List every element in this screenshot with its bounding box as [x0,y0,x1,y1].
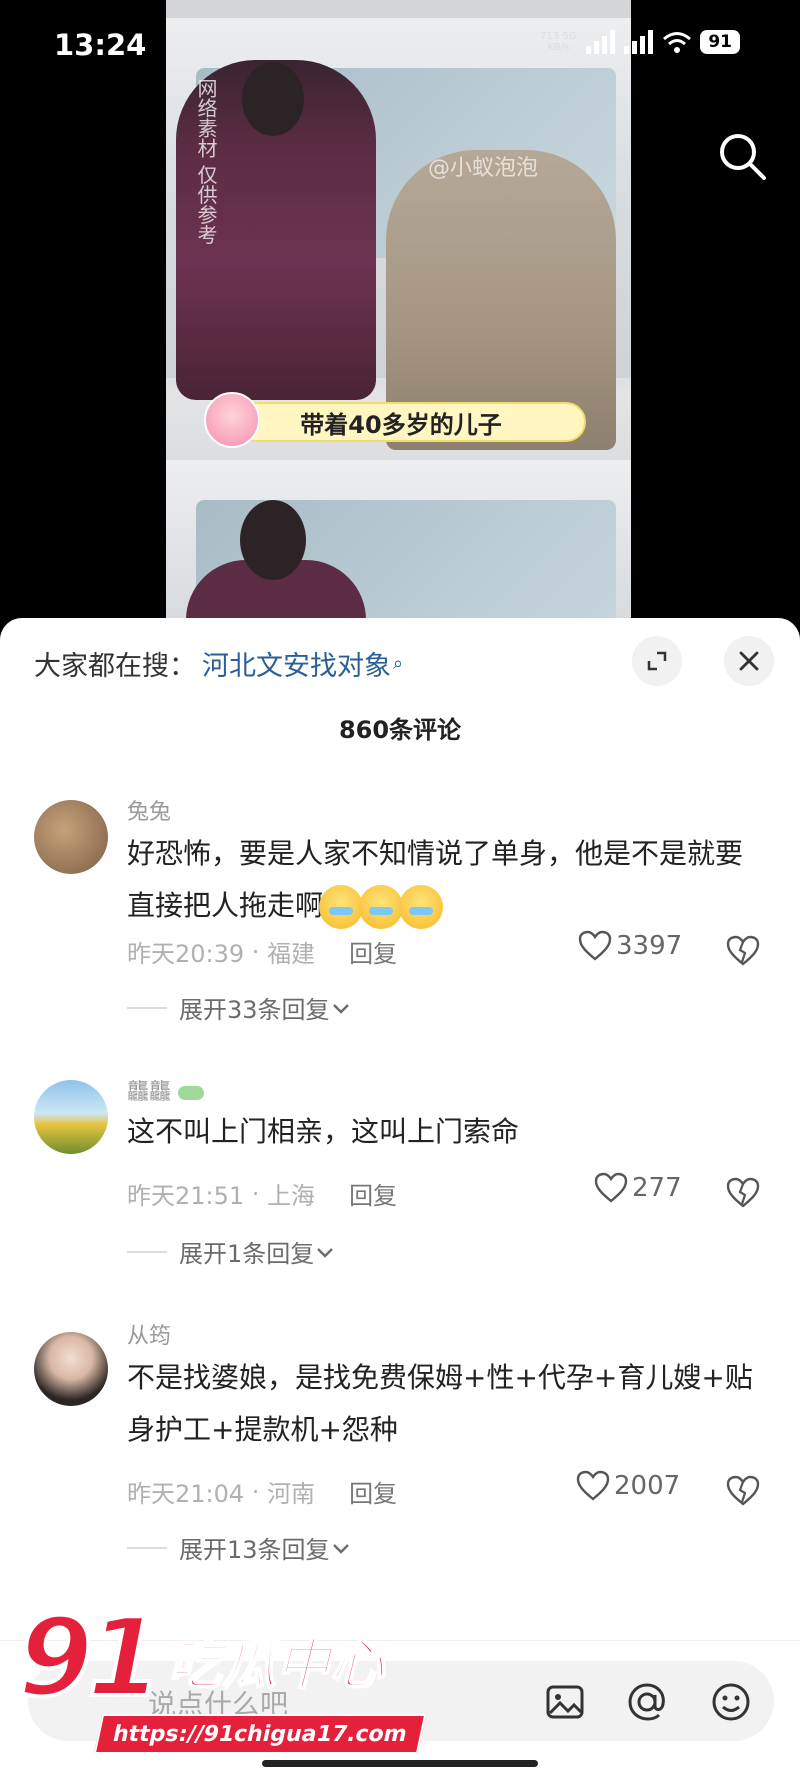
heart-icon [594,1172,628,1203]
video-vertical-watermark: 网络素材 仅供参考 [194,78,218,245]
search-suggestion[interactable]: 大家都在搜： 河北文安找对象 ⌕ [34,644,403,683]
chevron-down-icon [332,1003,349,1014]
comment-text: 这不叫上门相亲，这叫上门索命 [127,1115,520,1148]
like-count: 277 [632,1173,682,1203]
comment-meta: 昨天21:51 · 上海 回复 [127,1176,397,1211]
meta-separator: · [244,1477,268,1506]
net-speed-value: 713 [540,31,560,42]
expand-replies[interactable]: 展开13条回复 [127,1530,352,1565]
video-caption: 带着40多岁的儿子 [204,392,586,448]
avatar[interactable] [34,800,108,874]
comment-username-text: 龘龘 [127,1080,172,1105]
emoji-icon[interactable] [710,1681,752,1723]
battery-indicator: 91 [700,30,740,54]
logo-number: 91 [16,1594,164,1723]
meta-separator: · [244,937,268,966]
logo-text: 吃瓜中心 [167,1632,385,1697]
expand-replies-label: 展开1条回复 [179,1240,315,1268]
video-caption-text: 带着40多岁的儿子 [300,410,502,439]
search-small-icon: ⌕ [393,653,404,674]
search-suggestion-prefix: 大家都在搜： [34,651,196,682]
avatar[interactable] [34,1080,108,1154]
wifi-icon [663,32,692,53]
comment-username[interactable]: 龘龘 [127,1074,205,1106]
comment-meta: 昨天20:39 · 福建 回复 [127,934,397,969]
dislike-icon[interactable] [725,1472,761,1508]
expand-replies-label: 展开13条回复 [179,1536,330,1564]
expand-button[interactable] [632,636,682,686]
status-bar: 13:24 713 5G KB/s 91 [0,0,800,95]
search-suggestion-term[interactable]: 河北文安找对象 [202,644,391,683]
chevron-down-icon [317,1247,334,1258]
meta-separator: · [244,1179,268,1208]
comment-text: 好恐怖，要是人家不知情说了单身，他是不是就要直接把人拖走啊 [127,828,767,932]
comment-time: 昨天20:39 [127,940,245,968]
comment-location: 河南 [267,1480,316,1508]
like-button[interactable]: 277 [594,1172,682,1204]
comment-location: 福建 [267,940,316,968]
signal-icon [586,30,616,54]
comment-username[interactable]: 从筠 [127,1318,171,1350]
expand-replies[interactable]: 展开1条回复 [127,1234,336,1269]
comment-time: 昨天21:04 [127,1480,245,1508]
like-count: 3397 [616,931,683,961]
badge-icon [178,1086,205,1100]
expand-replies[interactable]: 展开33条回复 [127,990,352,1025]
site-watermark-logo: 91 吃瓜中心 https://91chigua17.com [16,1594,427,1761]
divider [127,1546,167,1549]
status-time: 13:24 [54,28,147,62]
heart-icon [578,930,612,961]
video-person-head [240,500,306,580]
divider [127,1250,167,1253]
status-indicators: 713 5G KB/s 91 [538,30,740,54]
chevron-down-icon [332,1543,349,1554]
dislike-icon[interactable] [725,932,761,968]
crying-emoji-icon [359,885,404,929]
comment-count: 860条评论 [338,716,462,744]
divider [127,1006,167,1009]
heart-icon [576,1470,610,1501]
comment-location: 上海 [267,1182,316,1210]
like-button[interactable]: 2007 [576,1470,680,1502]
logo-url: https://91chigua17.com [93,1714,427,1754]
comment-username[interactable]: 兔兔 [127,794,171,826]
reply-button[interactable]: 回复 [349,1474,397,1509]
signal-icon [624,30,654,54]
image-icon[interactable] [544,1681,586,1723]
dislike-icon[interactable] [725,1174,761,1210]
video-handle-watermark: @小蚁泡泡 [428,156,539,181]
home-indicator[interactable] [262,1760,538,1767]
reply-button[interactable]: 回复 [349,1176,397,1211]
like-count: 2007 [614,1471,681,1501]
crying-emoji-icon [319,885,364,929]
search-icon[interactable] [714,128,770,184]
network-type: 5G [562,31,577,42]
caption-sticker-icon [204,392,260,448]
expand-icon [647,651,667,671]
network-speed: 713 5G KB/s [538,31,578,53]
reply-button[interactable]: 回复 [349,934,397,969]
expand-replies-label: 展开33条回复 [179,996,330,1024]
crying-emoji-icon [399,885,444,929]
comment-time: 昨天21:51 [127,1182,245,1210]
video-player[interactable]: 网络素材 仅供参考 @小蚁泡泡 带着40多岁的儿子 [166,0,631,640]
close-button[interactable] [724,636,774,686]
comment-text: 不是找婆娘，是找免费保姆+性+代孕+育儿嫂+贴身护工+提款机+怨种 [127,1361,753,1446]
screen: 网络素材 仅供参考 @小蚁泡泡 带着40多岁的儿子 13:24 713 5G K… [0,0,800,1777]
like-button[interactable]: 3397 [578,930,682,962]
close-icon [739,651,759,671]
at-icon[interactable] [626,1681,668,1723]
avatar[interactable] [34,1332,108,1406]
net-speed-unit: KB/s [547,42,570,53]
comment-meta: 昨天21:04 · 河南 回复 [127,1474,397,1509]
